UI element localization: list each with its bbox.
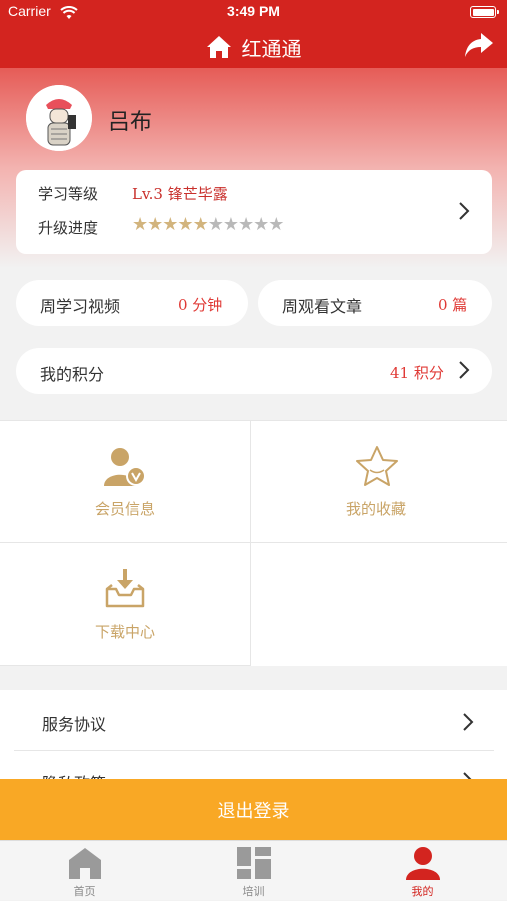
points-label: 我的积分 xyxy=(40,365,105,384)
grid-label-favorites: 我的收藏 xyxy=(345,500,406,518)
tab-home[interactable]: 首页 xyxy=(0,841,169,901)
download-icon xyxy=(105,569,145,608)
star-icon: ★ xyxy=(162,214,178,235)
grid-label-member: 会员信息 xyxy=(94,500,155,518)
weekly-article-value: 0 篇 xyxy=(438,296,468,314)
logout-button[interactable]: 退出登录 xyxy=(0,779,507,840)
tab-bar: 首页 培训 我的 xyxy=(0,840,507,900)
star-icon: ★ xyxy=(237,214,254,235)
chevron-right-icon xyxy=(463,713,474,731)
star-icon: ★ xyxy=(253,214,269,235)
chevron-right-icon xyxy=(459,202,470,220)
tab-label-home: 首页 xyxy=(73,885,96,898)
list-item-service-agreement[interactable]: 服务协议 xyxy=(0,692,507,750)
tab-label-mine: 我的 xyxy=(411,885,434,898)
feature-grid: 会员信息 我的收藏 下载中心 xyxy=(0,420,507,666)
points-value: 41 积分 xyxy=(390,364,444,382)
level-value: Lv.3 锋芒毕露 xyxy=(132,185,228,203)
download-center-button[interactable]: 下载中心 xyxy=(0,543,250,665)
divider xyxy=(14,750,494,751)
list-item-label: 服务协议 xyxy=(42,715,107,734)
weekly-article-label: 周观看文章 xyxy=(282,297,363,316)
star-icon: ★ xyxy=(147,214,163,235)
tab-mine[interactable]: 我的 xyxy=(338,841,507,901)
battery-icon xyxy=(470,6,499,18)
home-icon xyxy=(206,36,231,58)
chevron-right-icon xyxy=(459,361,470,379)
star-icon: ★ xyxy=(177,214,193,235)
page-title: 红通通 xyxy=(241,36,302,61)
grid-icon xyxy=(237,847,271,879)
star-icon: ★ xyxy=(222,214,239,235)
progress-label: 升级进度 xyxy=(38,219,99,237)
weekly-video-value: 0 分钟 xyxy=(178,296,223,314)
star-icon: ★ xyxy=(192,214,209,235)
star-icon xyxy=(356,446,398,486)
avatar[interactable] xyxy=(26,85,92,151)
avatar-image xyxy=(26,85,92,151)
tab-label-training: 培训 xyxy=(242,885,265,898)
grid-label-download: 下载中心 xyxy=(94,623,155,641)
status-time: 3:49 PM xyxy=(227,3,280,19)
tab-training[interactable]: 培训 xyxy=(169,841,338,901)
progress-stars: ★★★★★★★★★★ xyxy=(132,214,284,235)
star-icon: ★ xyxy=(132,214,148,235)
member-info-button[interactable]: 会员信息 xyxy=(0,420,250,542)
member-icon xyxy=(104,448,146,486)
user-icon xyxy=(406,847,440,880)
home-icon xyxy=(69,848,101,879)
share-icon[interactable] xyxy=(463,30,495,60)
star-icon: ★ xyxy=(207,214,224,235)
star-icon: ★ xyxy=(268,214,284,235)
weekly-video-label: 周学习视频 xyxy=(40,297,121,316)
level-label: 学习等级 xyxy=(38,185,99,203)
username: 吕布 xyxy=(108,110,153,135)
favorites-button[interactable]: 我的收藏 xyxy=(251,420,501,542)
nav-bar: 红通通 xyxy=(0,32,507,62)
